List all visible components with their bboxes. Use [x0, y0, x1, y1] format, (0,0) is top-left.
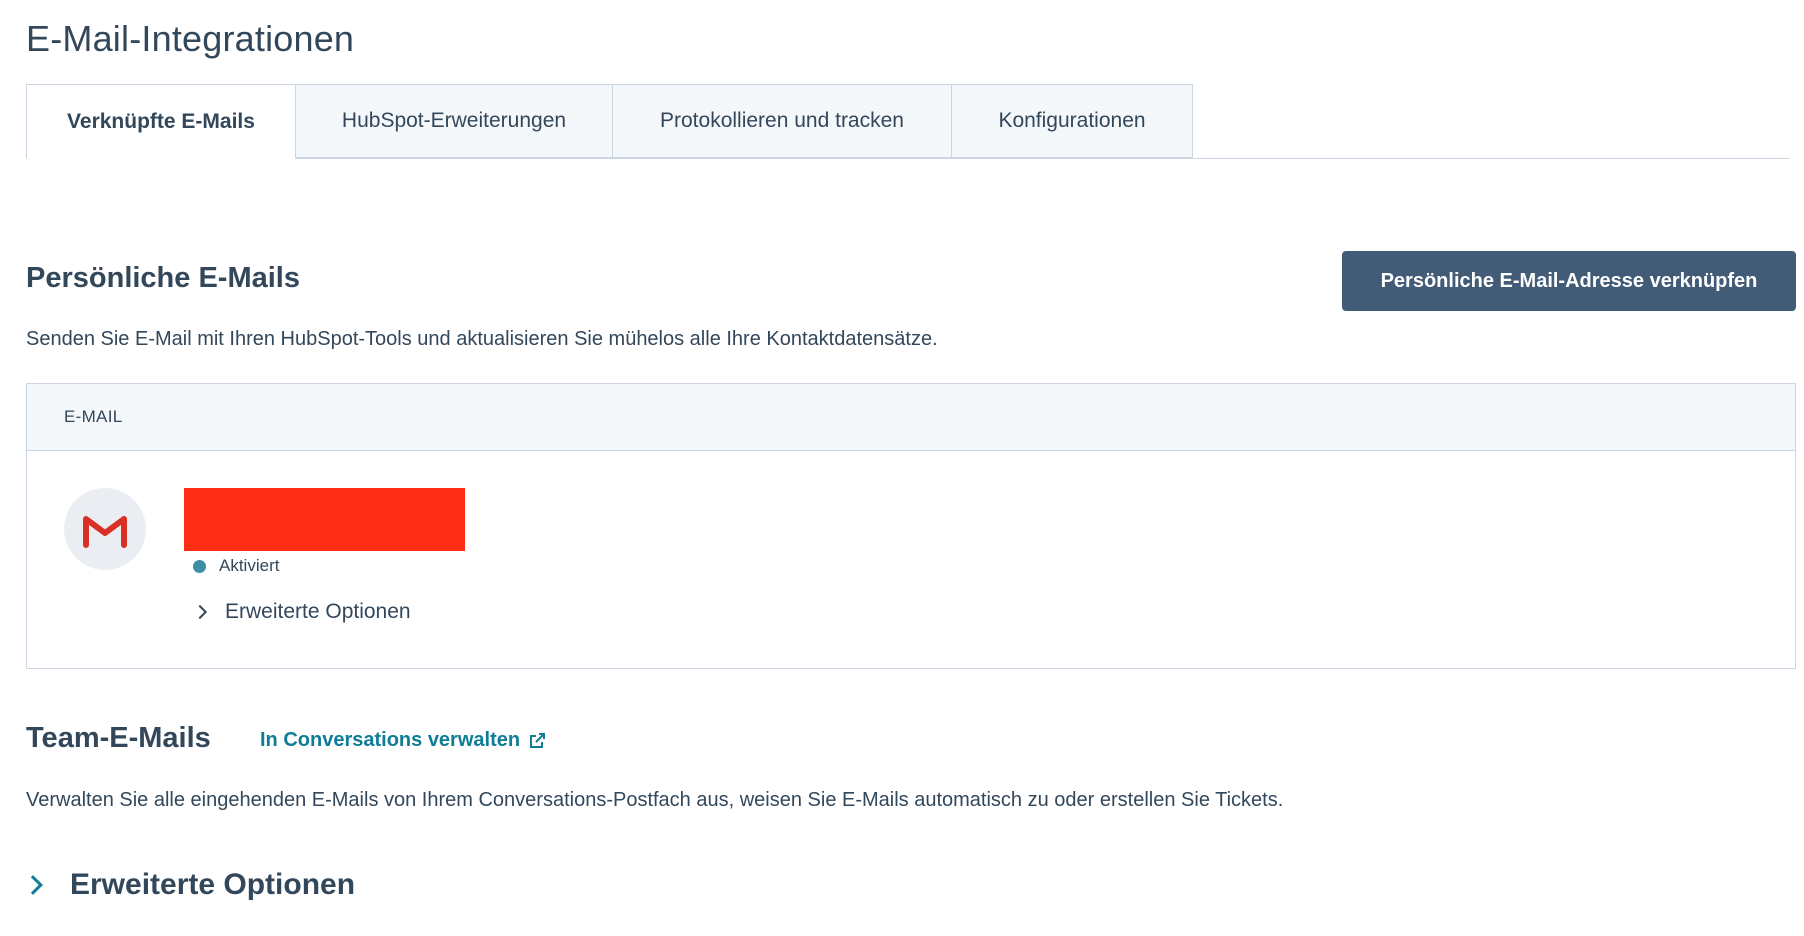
email-table: E-MAIL Aktiviert Erweiterte Optionen	[26, 383, 1796, 669]
status-indicator: Aktiviert	[193, 556, 279, 576]
team-emails-heading: Team-E-Mails	[26, 722, 211, 754]
connect-personal-email-button[interactable]: Persönliche E-Mail-Adresse verknüpfen	[1342, 251, 1796, 311]
personal-emails-heading: Persönliche E-Mails	[26, 262, 300, 294]
chevron-right-icon	[23, 875, 43, 895]
gmail-icon	[64, 488, 146, 570]
tab-configurations[interactable]: Konfigurationen	[951, 84, 1193, 158]
manage-in-conversations-link[interactable]: In Conversations verwalten	[260, 729, 547, 752]
row-advanced-options-toggle[interactable]: Erweiterte Optionen	[192, 600, 411, 624]
chevron-right-icon	[192, 604, 208, 620]
status-label: Aktiviert	[219, 556, 280, 575]
email-integrations-page: E-Mail-Integrationen Verknüpfte E-Mails …	[0, 0, 1804, 936]
tab-log-and-track[interactable]: Protokollieren und tracken	[612, 84, 952, 158]
email-column-header: E-MAIL	[27, 384, 1795, 451]
personal-emails-description: Senden Sie E-Mail mit Ihren HubSpot-Tool…	[26, 328, 938, 350]
external-link-icon	[527, 731, 547, 751]
tab-linked-emails[interactable]: Verknüpfte E-Mails	[26, 84, 296, 159]
redacted-email-address	[184, 488, 465, 551]
advanced-options-toggle[interactable]: Erweiterte Optionen	[23, 868, 356, 902]
tab-bar: Verknüpfte E-Mails HubSpot-Erweiterungen…	[26, 84, 1790, 159]
team-emails-description: Verwalten Sie alle eingehenden E-Mails v…	[26, 789, 1284, 811]
tab-hubspot-extensions[interactable]: HubSpot-Erweiterungen	[295, 84, 613, 158]
manage-in-conversations-label: In Conversations verwalten	[260, 729, 521, 751]
status-dot-icon	[193, 559, 206, 573]
row-advanced-options-label: Erweiterte Optionen	[225, 600, 411, 623]
advanced-options-label: Erweiterte Optionen	[70, 868, 356, 901]
page-title: E-Mail-Integrationen	[26, 18, 355, 59]
